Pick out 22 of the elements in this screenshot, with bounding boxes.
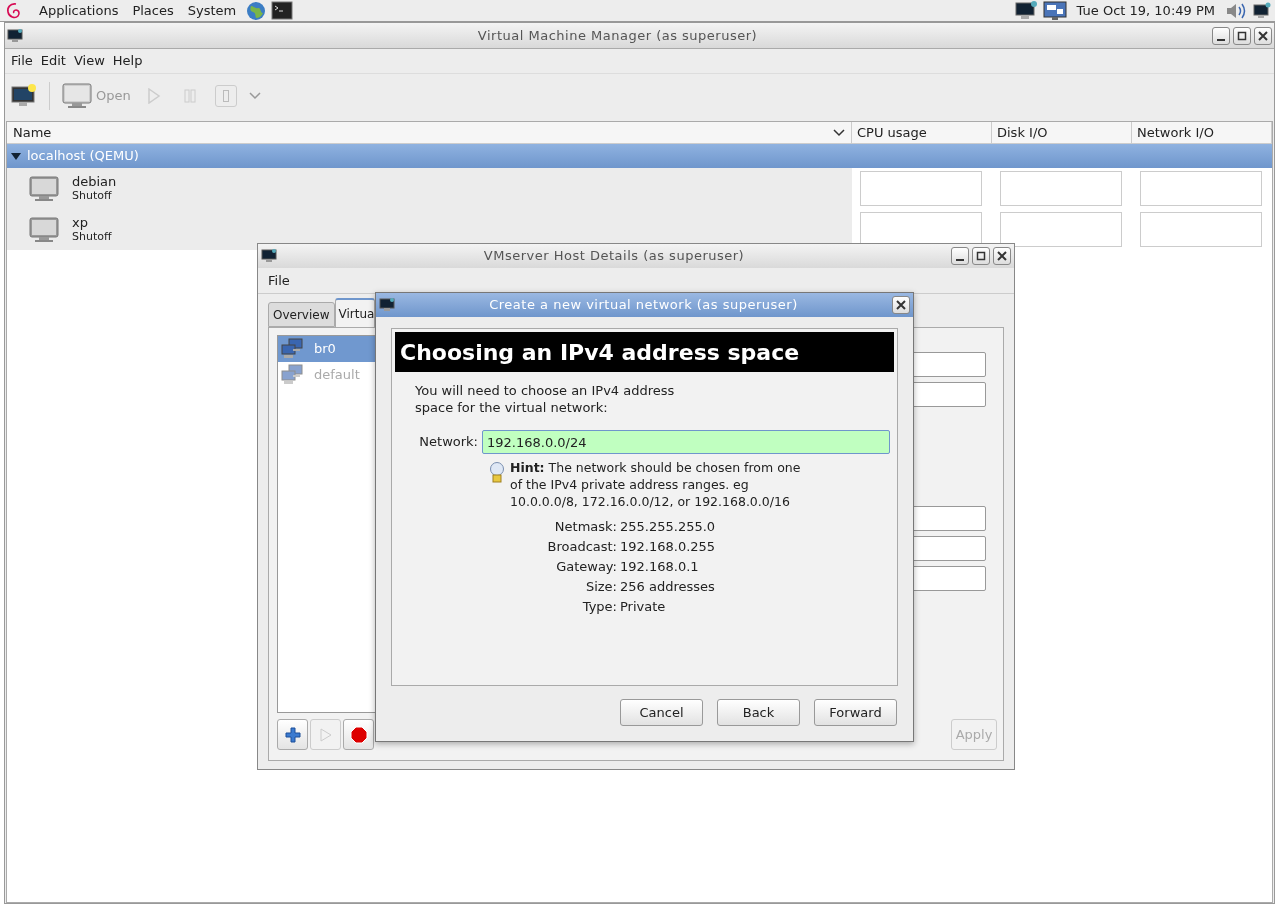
detail-label: Size: [584,578,617,597]
detail-label: Broadcast: [546,538,617,557]
vm-status: Shutoff [72,188,113,203]
detail-value: 192.168.0.255 [620,538,716,557]
page-heading: Choosing an IPv4 address space [395,332,894,372]
detail-label: Gateway: [555,558,617,577]
hint-text: Hint: The network should be chosen from one of the IPv4 private address ranges. eg 10.0.0.0/8, 172.16.0.0/12, or 192.168.0.0/16 [510,459,802,510]
window-title: Virtual Machine Manager (as superuser) [476,26,759,45]
detail-value: Private [620,598,666,617]
detail-value: 256 addresses [620,578,715,597]
detail-value: 255.255.255.0 [620,518,716,537]
vm-status: Shutoff [72,229,112,244]
detail-label: Netmask: [553,518,617,537]
group-label: localhost (QEMU) [27,147,139,166]
window-title: Create a new virtual network (as superuser) [488,296,799,315]
network-label: Network: [418,433,479,452]
window-title: VMserver Host Details (as superuser) [482,247,746,266]
vm-name: xp [72,215,89,230]
intro-text: You will need to choose an IPv4 address space for the virtual network: [415,382,676,416]
detail-value: 192.168.0.1 [620,558,699,577]
vm-name: debian [72,174,117,189]
detail-label: Type: [581,598,617,617]
